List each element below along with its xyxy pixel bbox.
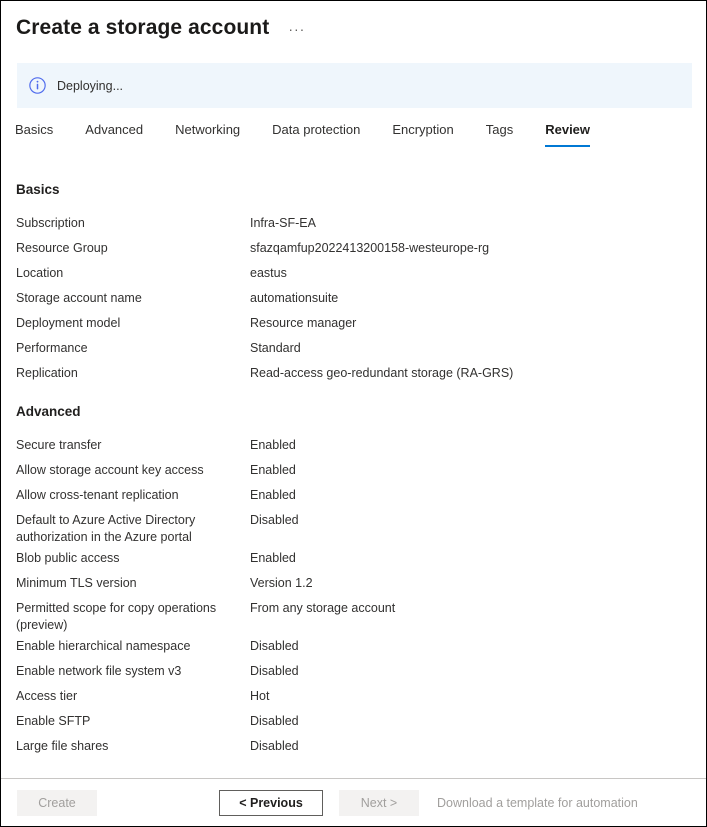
property-label: Permitted scope for copy operations (pre… <box>16 601 217 632</box>
property-value: Infra-SF-EA <box>250 216 316 230</box>
deployment-status-text: Deploying... <box>57 78 124 93</box>
deployment-status-banner: Deploying... <box>17 63 692 108</box>
tab-data-protection[interactable]: Data protection <box>272 121 360 147</box>
table-row: Secure transfer Enabled <box>1 433 706 458</box>
wizard-footer: Create < Previous Next > Download a temp… <box>1 778 706 826</box>
property-label: Location <box>16 266 64 280</box>
create-storage-account-blade: Create a storage account ··· Deploying..… <box>0 0 707 827</box>
table-row: Enable hierarchical namespace Disabled <box>1 634 706 659</box>
basics-property-list: Subscription Infra-SF-EA Resource Group … <box>1 199 706 386</box>
info-circle-icon <box>29 77 46 94</box>
property-value: Enabled <box>250 463 296 477</box>
property-value: Disabled <box>250 639 299 653</box>
advanced-property-list: Secure transfer Enabled Allow storage ac… <box>1 421 706 759</box>
table-row: Minimum TLS version Version 1.2 <box>1 571 706 596</box>
property-value: Standard <box>250 341 301 355</box>
table-row: Storage account name automationsuite <box>1 286 706 311</box>
tab-tags[interactable]: Tags <box>486 121 513 147</box>
table-row: Large file shares Disabled <box>1 734 706 759</box>
property-value: sfazqamfup2022413200158-westeurope-rg <box>250 241 490 255</box>
property-value: Enabled <box>250 551 296 565</box>
property-value: Disabled <box>250 714 299 728</box>
property-label: Replication <box>16 366 78 380</box>
property-value: From any storage account <box>250 601 396 615</box>
tab-encryption[interactable]: Encryption <box>392 121 453 147</box>
property-label: Allow storage account key access <box>16 463 204 477</box>
property-label: Default to Azure Active Directory author… <box>16 513 196 544</box>
create-button[interactable]: Create <box>17 789 97 816</box>
download-template-link[interactable]: Download a template for automation <box>437 795 638 811</box>
table-row: Blob public access Enabled <box>1 546 706 571</box>
property-value: Disabled <box>250 513 299 527</box>
property-value: Enabled <box>250 438 296 452</box>
property-label: Subscription <box>16 216 85 230</box>
tab-basics[interactable]: Basics <box>15 121 53 147</box>
table-row: Access tier Hot <box>1 684 706 709</box>
review-summary: Basics Subscription Infra-SF-EA Resource… <box>1 166 706 779</box>
property-label: Deployment model <box>16 316 121 330</box>
property-label: Enable SFTP <box>16 714 91 728</box>
wizard-tabs: Basics Advanced Networking Data protecti… <box>15 121 622 147</box>
property-value: Resource manager <box>250 316 357 330</box>
property-label: Access tier <box>16 689 78 703</box>
next-button[interactable]: Next > <box>339 789 419 816</box>
property-label: Enable network file system v3 <box>16 664 182 678</box>
tab-networking[interactable]: Networking <box>175 121 240 147</box>
property-label: Resource Group <box>16 241 108 255</box>
tab-review[interactable]: Review <box>545 121 591 147</box>
table-row: Enable network file system v3 Disabled <box>1 659 706 684</box>
page-title: Create a storage account <box>16 16 270 39</box>
property-label: Storage account name <box>16 291 142 305</box>
table-row: Performance Standard <box>1 336 706 361</box>
property-value: automationsuite <box>250 291 339 305</box>
section-heading-basics: Basics <box>16 182 60 197</box>
property-value: Hot <box>250 689 270 703</box>
property-label: Large file shares <box>16 739 109 753</box>
property-value: Disabled <box>250 664 299 678</box>
property-label: Allow cross-tenant replication <box>16 488 179 502</box>
table-row: Location eastus <box>1 261 706 286</box>
table-row: Enable SFTP Disabled <box>1 709 706 734</box>
table-row: Replication Read-access geo-redundant st… <box>1 361 706 386</box>
property-label: Enable hierarchical namespace <box>16 639 191 653</box>
table-row: Subscription Infra-SF-EA <box>1 211 706 236</box>
section-heading-advanced: Advanced <box>16 404 81 419</box>
property-value: Version 1.2 <box>250 576 313 590</box>
table-row: Deployment model Resource manager <box>1 311 706 336</box>
property-value: Disabled <box>250 739 299 753</box>
title-bar: Create a storage account ··· <box>1 1 706 42</box>
property-value: Read-access geo-redundant storage (RA-GR… <box>250 366 514 380</box>
table-row: Resource Group sfazqamfup2022413200158-w… <box>1 236 706 261</box>
previous-button[interactable]: < Previous <box>219 789 323 816</box>
more-options-icon[interactable]: ··· <box>285 20 308 38</box>
table-row: Allow cross-tenant replication Enabled <box>1 483 706 508</box>
table-row: Allow storage account key access Enabled <box>1 458 706 483</box>
property-label: Performance <box>16 341 88 355</box>
table-row: Default to Azure Active Directory author… <box>1 508 706 546</box>
tab-advanced[interactable]: Advanced <box>85 121 143 147</box>
property-label: Minimum TLS version <box>16 576 137 590</box>
table-row: Permitted scope for copy operations (pre… <box>1 596 706 634</box>
property-value: Enabled <box>250 488 296 502</box>
property-value: eastus <box>250 266 287 280</box>
property-label: Blob public access <box>16 551 120 565</box>
property-label: Secure transfer <box>16 438 102 452</box>
